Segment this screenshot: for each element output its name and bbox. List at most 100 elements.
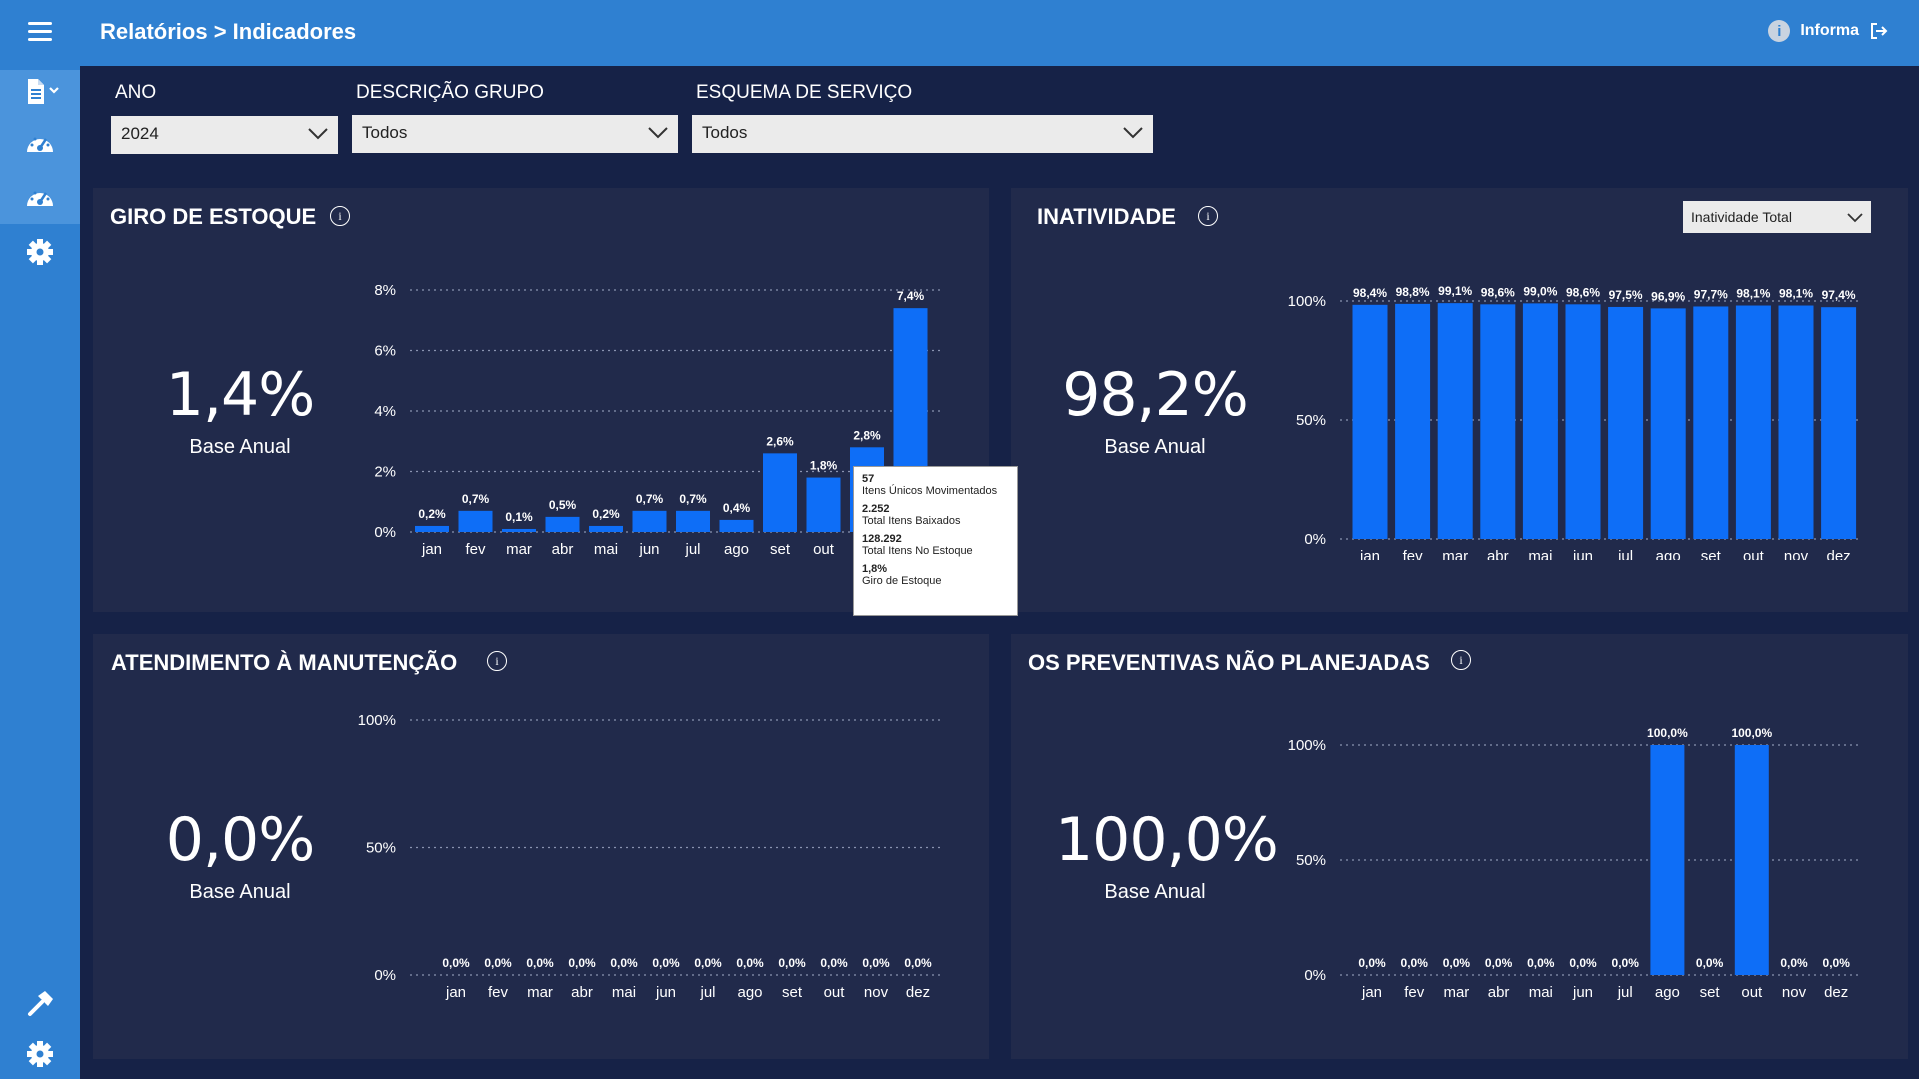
y-tick-label: 0% xyxy=(374,967,396,984)
bar xyxy=(806,477,841,532)
gear-icon[interactable] xyxy=(24,236,56,268)
info-icon[interactable]: i xyxy=(1768,20,1791,42)
data-label: 96,9% xyxy=(1651,289,1685,303)
bar xyxy=(1437,303,1473,539)
x-tick-label: jan xyxy=(421,541,442,558)
bar xyxy=(1734,745,1769,975)
user-label: Informa xyxy=(1800,22,1859,39)
y-tick-label: 0% xyxy=(1304,531,1326,548)
inatividade-type-select[interactable]: Inatividade Total xyxy=(1683,201,1871,233)
gear-icon[interactable] xyxy=(24,1038,56,1070)
kpi-giro-subtitle: Base Anual xyxy=(189,436,291,458)
kpi-preventivas-subtitle: Base Anual xyxy=(1104,881,1206,903)
kpi-giro-value: 1,4% xyxy=(165,360,315,430)
hammer-icon[interactable] xyxy=(24,988,56,1020)
info-icon[interactable]: i xyxy=(1198,206,1218,226)
breadcrumb: Relatórios > Indicadores xyxy=(100,19,357,44)
data-label: 0,0% xyxy=(1823,956,1851,970)
bar xyxy=(415,525,449,532)
y-tick-label: 6% xyxy=(374,343,396,360)
document-icon[interactable] xyxy=(24,76,64,108)
user-area: i Informa xyxy=(1768,20,1889,42)
y-tick-label: 8% xyxy=(374,282,396,299)
bar xyxy=(589,525,623,532)
data-label: 0,2% xyxy=(592,507,620,521)
bar xyxy=(502,528,536,532)
hamburger-menu-icon[interactable] xyxy=(28,22,52,42)
tooltip-label: Total Itens Baixados xyxy=(862,515,961,527)
chevron-down-icon xyxy=(648,127,668,139)
x-tick-label: nov xyxy=(1782,984,1807,1001)
bar xyxy=(1821,307,1857,539)
chart-inatividade: 0% 50% 100% 98,4% jan 98,8% fev 99,1% mar 98,6% ab… xyxy=(1288,284,1860,560)
kpi-preventivas: 100,0% Base Anual xyxy=(1055,805,1279,904)
x-tick-label: jul xyxy=(684,541,700,558)
x-tick-label: abr xyxy=(571,984,593,1001)
x-tick-label: fev xyxy=(465,541,486,558)
x-tick-label: mai xyxy=(1529,984,1553,1001)
filter-label-esquema: ESQUEMA DE SERVIÇO xyxy=(696,82,913,103)
dashboard-icon[interactable] xyxy=(24,182,56,214)
panel-title-giro: GIRO DE ESTOQUE xyxy=(110,204,317,229)
kpi-inatividade-value: 98,2% xyxy=(1062,360,1249,430)
kpi-preventivas-value: 100,0% xyxy=(1055,805,1279,875)
chart-atendimento: 0% 50% 100% 0,0% jan 0,0% fev 0,0% mar 0,0% abr 0,0… xyxy=(358,712,940,1001)
kpi-inatividade: 98,2% Base Anual xyxy=(1055,360,1255,459)
x-tick-label: jun xyxy=(1572,548,1593,560)
x-tick-label: fev xyxy=(488,984,509,1001)
x-tick-label: out xyxy=(824,984,846,1001)
data-label: 0,0% xyxy=(904,956,932,970)
y-tick-label: 50% xyxy=(366,840,396,857)
data-label: 0,0% xyxy=(820,956,848,970)
y-tick-label: 50% xyxy=(1296,412,1326,429)
kpi-atendimento: 0,0% Base Anual xyxy=(140,805,340,904)
info-icon[interactable]: i xyxy=(1451,650,1471,670)
logout-icon[interactable] xyxy=(1869,22,1889,40)
data-label: 99,0% xyxy=(1523,284,1557,298)
grupo-select[interactable]: Todos xyxy=(352,115,678,153)
bar xyxy=(676,510,710,532)
data-label: 0,0% xyxy=(610,956,638,970)
chevron-down-icon xyxy=(1123,127,1143,139)
filter-label-grupo: DESCRIÇÃO GRUPO xyxy=(356,82,544,103)
data-label: 0,7% xyxy=(679,492,707,506)
esquema-select[interactable]: Todos xyxy=(692,115,1153,153)
x-tick-label: nov xyxy=(864,984,889,1001)
data-label: 0,0% xyxy=(442,956,470,970)
bar xyxy=(545,516,580,532)
data-label: 0,0% xyxy=(1358,956,1386,970)
data-label: 0,7% xyxy=(462,492,490,506)
x-tick-label: ago xyxy=(1655,984,1680,1001)
x-tick-label: jul xyxy=(699,984,715,1001)
dashboard-icon[interactable] xyxy=(24,128,56,160)
data-label: 98,8% xyxy=(1396,285,1430,299)
data-label: 0,0% xyxy=(1569,956,1597,970)
y-tick-label: 4% xyxy=(374,403,396,420)
x-tick-label: abr xyxy=(552,541,574,558)
kpi-inatividade-subtitle: Base Anual xyxy=(1104,436,1206,458)
y-tick-label: 2% xyxy=(374,464,396,481)
x-tick-label: mar xyxy=(1442,548,1468,560)
tooltip-value: 1,8% xyxy=(862,563,888,575)
x-tick-label: mai xyxy=(612,984,636,1001)
chart-preventivas: 0% 50% 100% 0,0% jan 0,0% fev 0,0% mar 0,0% abr 0,0… xyxy=(1288,726,1860,1001)
ano-select[interactable]: 2024 xyxy=(111,116,338,154)
x-tick-label: dez xyxy=(906,984,930,1001)
info-icon[interactable]: i xyxy=(330,206,350,226)
y-tick-label: 100% xyxy=(358,712,396,729)
x-tick-label: jul xyxy=(1617,984,1633,1001)
data-label: 0,0% xyxy=(1485,956,1513,970)
bar xyxy=(1650,745,1685,975)
data-label: 100,0% xyxy=(1731,726,1772,740)
x-tick-label: mar xyxy=(527,984,553,1001)
bar xyxy=(763,453,797,532)
bar xyxy=(1395,303,1431,539)
data-label: 7,4% xyxy=(897,289,925,303)
x-tick-label: mar xyxy=(506,541,532,558)
chevron-down-icon xyxy=(1847,213,1863,223)
x-tick-label: out xyxy=(1743,548,1765,560)
tooltip-label: Total Itens No Estoque xyxy=(862,545,973,557)
x-tick-label: nov xyxy=(1784,548,1809,560)
x-tick-label: mar xyxy=(1443,984,1469,1001)
info-icon[interactable]: i xyxy=(487,651,507,671)
